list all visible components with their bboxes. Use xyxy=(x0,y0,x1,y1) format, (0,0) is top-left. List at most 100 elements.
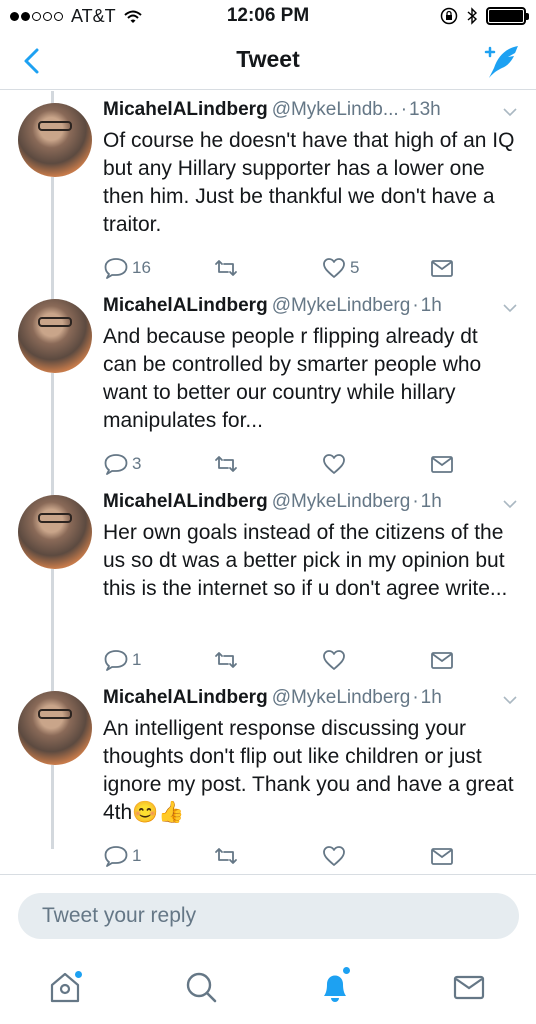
author-handle: @MykeLindberg xyxy=(271,295,411,316)
tweet-timestamp: 1h xyxy=(420,295,442,316)
chevron-down-icon[interactable] xyxy=(502,695,518,705)
tweet[interactable]: MicahelALindberg @MykeLindberg · 1h An inte… xyxy=(0,679,536,875)
thread-line xyxy=(51,91,54,103)
like-button[interactable] xyxy=(322,451,350,477)
tweet-timestamp: 1h xyxy=(420,491,442,512)
retweet-icon xyxy=(215,848,237,864)
retweet-icon xyxy=(215,456,237,472)
retweet-icon xyxy=(215,652,237,668)
tweet-timestamp: 13h xyxy=(409,99,441,120)
envelope-icon xyxy=(431,652,453,669)
tweet-text: Of course he doesn't have that high of a… xyxy=(103,129,515,236)
direct-message-button[interactable] xyxy=(430,843,454,869)
notifications-badge xyxy=(342,966,351,975)
envelope-icon xyxy=(431,848,453,865)
home-notification-dot xyxy=(74,970,83,979)
reply-button[interactable]: 1 xyxy=(104,647,141,673)
separator-dot: · xyxy=(412,295,419,316)
like-button[interactable] xyxy=(322,647,350,673)
author-name[interactable]: MicahelALindberg xyxy=(103,491,268,512)
tweet[interactable]: MicahelALindberg @MykeLindb... · 13h Of cou… xyxy=(0,91,536,287)
compose-tweet-icon[interactable] xyxy=(480,42,522,80)
tweet-thread: MicahelALindberg @MykeLindb... · 13h Of cou… xyxy=(0,91,536,875)
author-handle: @MykeLindb... xyxy=(271,99,399,120)
bluetooth-icon xyxy=(467,7,478,25)
tweet-text: And because people r flipping already dt… xyxy=(103,325,482,432)
thread-line xyxy=(51,765,54,849)
envelope-icon xyxy=(431,456,453,473)
reply-count: 16 xyxy=(132,258,151,277)
reply-count: 1 xyxy=(132,650,142,669)
tweet-actions: 3 xyxy=(100,451,470,477)
chevron-down-icon[interactable] xyxy=(502,107,518,117)
like-button[interactable] xyxy=(322,843,350,869)
battery-icon xyxy=(486,7,529,25)
heart-icon xyxy=(323,650,345,670)
tweet-actions: 16 5 xyxy=(100,255,470,281)
reply-button[interactable]: 3 xyxy=(104,451,141,477)
retweet-button[interactable] xyxy=(214,843,242,869)
heart-icon xyxy=(323,454,345,474)
author-name[interactable]: MicahelALindberg xyxy=(103,295,268,316)
reply-placeholder: Tweet your reply xyxy=(42,904,197,927)
notifications-bell-icon[interactable] xyxy=(318,970,352,1004)
tweet-timestamp: 1h xyxy=(420,687,442,708)
tweet-actions: 1 xyxy=(100,843,470,869)
tweet-actions: 1 xyxy=(100,647,470,673)
heart-icon xyxy=(323,846,345,866)
reply-button[interactable]: 1 xyxy=(104,843,141,869)
direct-message-button[interactable] xyxy=(430,255,454,281)
reply-icon xyxy=(104,846,128,867)
reply-icon xyxy=(104,650,128,671)
reply-icon xyxy=(104,258,128,279)
separator-dot: · xyxy=(412,687,419,708)
orientation-lock-icon xyxy=(440,7,458,25)
envelope-icon xyxy=(431,260,453,277)
tweet-header: MicahelALindberg @MykeLindb... · 13h xyxy=(103,99,524,125)
messages-icon[interactable] xyxy=(452,970,486,1004)
retweet-button[interactable] xyxy=(214,255,242,281)
like-button[interactable]: 5 xyxy=(322,255,359,281)
like-count: 5 xyxy=(350,258,360,277)
separator-dot: · xyxy=(400,99,408,120)
author-handle: @MykeLindberg xyxy=(271,687,411,708)
tab-bar xyxy=(0,956,536,1024)
reply-input[interactable]: Tweet your reply xyxy=(18,893,519,939)
tweet-header: MicahelALindberg @MykeLindberg · 1h xyxy=(103,687,524,713)
retweet-icon xyxy=(215,260,237,276)
direct-message-button[interactable] xyxy=(430,451,454,477)
thread-line xyxy=(51,679,54,691)
avatar[interactable] xyxy=(18,495,92,569)
direct-message-button[interactable] xyxy=(430,647,454,673)
author-name[interactable]: MicahelALindberg xyxy=(103,687,268,708)
separator-dot: · xyxy=(412,491,419,512)
avatar[interactable] xyxy=(18,691,92,765)
author-name[interactable]: MicahelALindberg xyxy=(103,99,268,120)
retweet-button[interactable] xyxy=(214,451,242,477)
thread-line xyxy=(51,373,54,483)
thread-line xyxy=(51,287,54,299)
thread-line xyxy=(51,569,54,679)
tweet-text: Her own goals instead of the citizens of… xyxy=(103,521,508,600)
reply-count: 3 xyxy=(132,454,142,473)
search-icon[interactable] xyxy=(184,970,218,1004)
status-bar: AT&T 12:06 PM xyxy=(0,0,536,34)
avatar[interactable] xyxy=(18,103,92,177)
heart-icon xyxy=(323,258,345,278)
tweet-header: MicahelALindberg @MykeLindberg · 1h xyxy=(103,295,524,321)
tweet-text: An intelligent response discussing your … xyxy=(103,717,514,824)
tweet[interactable]: MicahelALindberg @MykeLindberg · 1h Her own… xyxy=(0,483,536,679)
thread-line xyxy=(51,177,54,287)
reply-button[interactable]: 16 xyxy=(104,255,151,281)
chevron-down-icon[interactable] xyxy=(502,499,518,509)
status-right xyxy=(440,7,529,25)
navigation-bar: Tweet xyxy=(0,34,536,90)
reply-icon xyxy=(104,454,128,475)
retweet-button[interactable] xyxy=(214,647,242,673)
tweet[interactable]: MicahelALindberg @MykeLindberg · 1h And bec… xyxy=(0,287,536,483)
avatar[interactable] xyxy=(18,299,92,373)
thread-line xyxy=(51,483,54,495)
chevron-down-icon[interactable] xyxy=(502,303,518,313)
tweet-header: MicahelALindberg @MykeLindberg · 1h xyxy=(103,491,524,517)
author-handle: @MykeLindberg xyxy=(271,491,411,512)
